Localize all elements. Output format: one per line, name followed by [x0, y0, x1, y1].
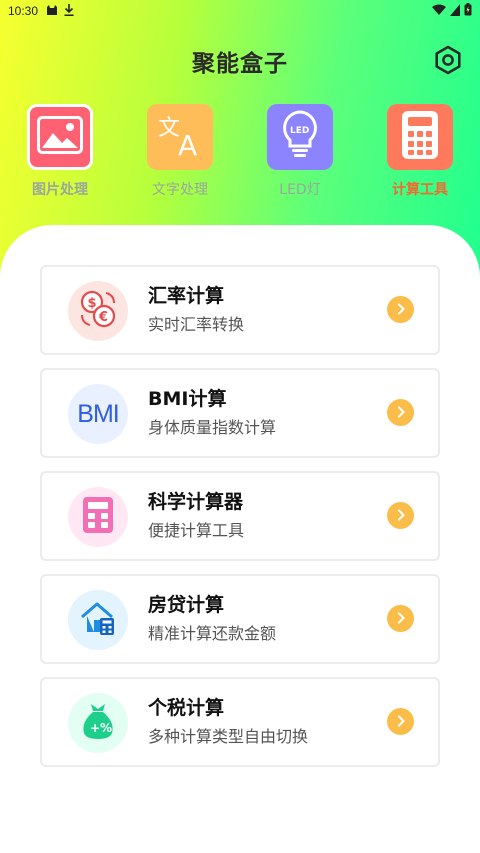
go-button[interactable]: [387, 399, 414, 426]
calculator-tile: [387, 104, 453, 170]
translate-icon: 文 A: [156, 113, 204, 162]
svg-text:A: A: [178, 129, 197, 157]
text-tile: 文 A: [147, 104, 213, 170]
tab-label: 计算工具: [392, 182, 448, 198]
card-bmi[interactable]: BMI BMI计算 身体质量指数计算: [40, 368, 440, 458]
image-icon: [37, 116, 83, 158]
tab-label: LED灯: [279, 182, 321, 198]
card-subtitle: 身体质量指数计算: [148, 418, 277, 437]
status-time: 10:30: [8, 4, 39, 18]
bmi-icon: BMI: [77, 399, 119, 428]
card-subtitle: 实时汇率转换: [148, 315, 245, 334]
currency-exchange-icon: $ €: [76, 287, 120, 335]
card-exchange-rate[interactable]: $ € 汇率计算 实时汇率转换: [40, 265, 440, 355]
content-panel: $ € 汇率计算 实时汇率转换 BMI BMI计算 身体质量指数计算 科学计算器…: [0, 225, 480, 853]
tab-image-processing[interactable]: 图片处理: [10, 104, 110, 199]
status-bar: 10:30: [0, 0, 480, 22]
chevron-right-icon: [396, 609, 406, 628]
card-title: 个税计算: [148, 697, 225, 719]
chevron-right-icon: [396, 403, 406, 422]
chevron-right-icon: [396, 506, 406, 525]
icon-circle: +%: [68, 693, 128, 753]
download-icon: [64, 3, 74, 19]
scientific-calculator-icon: [83, 497, 113, 537]
go-button[interactable]: [387, 708, 414, 735]
icon-circle: BMI: [68, 384, 128, 444]
card-title: 房贷计算: [148, 594, 225, 616]
tab-led-light[interactable]: LED LED灯: [250, 104, 350, 199]
card-title: 科学计算器: [148, 491, 244, 513]
tab-calculator-tools[interactable]: 计算工具: [370, 104, 470, 199]
house-loan-icon: [80, 600, 116, 640]
led-tile: LED: [267, 104, 333, 170]
chevron-right-icon: [396, 712, 406, 731]
tax-bag-icon: +%: [81, 702, 115, 744]
card-income-tax[interactable]: +% 个税计算 多种计算类型自由切换: [40, 677, 440, 767]
icon-circle: [68, 590, 128, 650]
signal-icon: [450, 3, 460, 19]
svg-text:LED: LED: [290, 126, 309, 136]
calculator-icon: [402, 111, 438, 163]
svg-text:$: $: [88, 296, 97, 311]
notification-cat-icon: [46, 4, 58, 19]
tab-label: 文字处理: [152, 182, 208, 198]
go-button[interactable]: [387, 605, 414, 632]
chevron-right-icon: [396, 300, 406, 319]
svg-text:文: 文: [158, 116, 180, 141]
image-tile: [27, 104, 93, 170]
tab-label: 图片处理: [32, 182, 88, 198]
card-subtitle: 便捷计算工具: [148, 521, 245, 540]
app-title: 聚能盒子: [192, 51, 288, 77]
svg-text:€: €: [98, 310, 108, 325]
card-scientific-calculator[interactable]: 科学计算器 便捷计算工具: [40, 471, 440, 561]
card-subtitle: 精准计算还款金额: [148, 624, 277, 643]
card-title: BMI计算: [148, 388, 227, 410]
battery-icon: [464, 3, 472, 19]
tab-text-processing[interactable]: 文 A 文字处理: [130, 104, 230, 199]
card-title: 汇率计算: [148, 285, 225, 307]
card-mortgage[interactable]: 房贷计算 精准计算还款金额: [40, 574, 440, 664]
settings-gear-icon: [433, 45, 463, 79]
settings-button[interactable]: [432, 45, 464, 79]
card-subtitle: 多种计算类型自由切换: [148, 727, 309, 746]
wifi-icon: [432, 4, 446, 19]
svg-text:+%: +%: [90, 721, 112, 735]
go-button[interactable]: [387, 296, 414, 323]
icon-circle: [68, 487, 128, 547]
tool-tabs: 图片处理 文 A 文字处理 LED LED灯 计算工具: [0, 104, 480, 204]
go-button[interactable]: [387, 502, 414, 529]
led-bulb-icon: LED: [282, 110, 318, 164]
icon-circle: $ €: [68, 281, 128, 341]
